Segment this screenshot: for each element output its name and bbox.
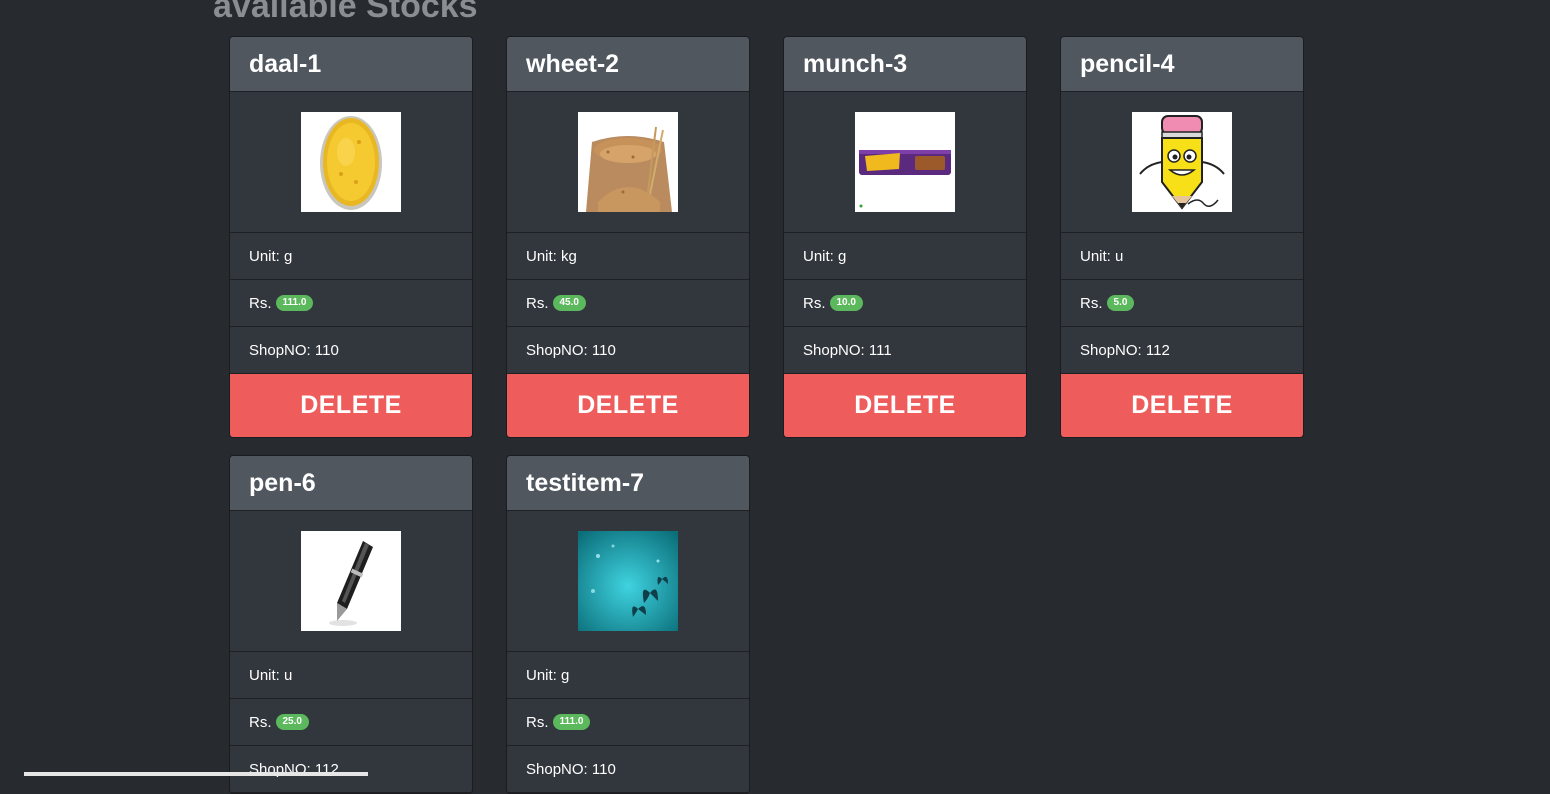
yellow-lentils-bowl-image xyxy=(301,112,401,212)
unit-row: Unit: g xyxy=(230,233,472,280)
stock-card: pen-6 Unit: u Rs. 25.0 ShopNO: 112 xyxy=(229,455,473,794)
card-image-area xyxy=(784,92,1026,233)
price-prefix: Rs. xyxy=(526,713,549,731)
munch-chocolate-bar-image xyxy=(855,112,955,212)
card-title: daal-1 xyxy=(230,37,472,92)
card-title: munch-3 xyxy=(784,37,1026,92)
unit-row: Unit: u xyxy=(230,652,472,699)
unit-row: Unit: g xyxy=(507,652,749,699)
teal-butterflies-image xyxy=(578,531,678,631)
stock-card: testitem-7 Unit: g Rs. 111.0 ShopNO: 110 xyxy=(506,455,750,794)
unit-row: Unit: g xyxy=(784,233,1026,280)
price-badge: 45.0 xyxy=(552,295,586,311)
price-prefix: Rs. xyxy=(526,294,549,312)
shop-row: ShopNO: 110 xyxy=(507,327,749,374)
delete-button[interactable]: DELETE xyxy=(507,374,749,437)
stock-card: daal-1 Unit: g Rs. 111.0 ShopNO: 110 DEL… xyxy=(229,36,473,438)
fountain-pen-image xyxy=(301,531,401,631)
unit-row: Unit: kg xyxy=(507,233,749,280)
card-image-area xyxy=(230,92,472,233)
card-image-area xyxy=(507,511,749,652)
price-row: Rs. 45.0 xyxy=(507,280,749,327)
stock-card: pencil-4 Unit: u Rs. 5.0 ShopNO: 112 DEL… xyxy=(1060,36,1304,438)
price-badge: 111.0 xyxy=(275,295,314,311)
card-title: testitem-7 xyxy=(507,456,749,511)
shop-row: ShopNO: 110 xyxy=(507,746,749,793)
card-title: wheet-2 xyxy=(507,37,749,92)
price-prefix: Rs. xyxy=(249,713,272,731)
card-title: pen-6 xyxy=(230,456,472,511)
price-prefix: Rs. xyxy=(249,294,272,312)
price-row: Rs. 5.0 xyxy=(1061,280,1303,327)
delete-button[interactable]: DELETE xyxy=(230,374,472,437)
price-prefix: Rs. xyxy=(1080,294,1103,312)
cartoon-pencil-image xyxy=(1132,112,1232,212)
unit-row: Unit: u xyxy=(1061,233,1303,280)
price-badge: 111.0 xyxy=(552,714,591,730)
wheat-sack-image xyxy=(578,112,678,212)
stock-card: munch-3 Unit: g Rs. 10.0 ShopNO: 111 DEL… xyxy=(783,36,1027,438)
price-row: Rs. 111.0 xyxy=(230,280,472,327)
card-image-area xyxy=(1061,92,1303,233)
card-image-area xyxy=(507,92,749,233)
card-image-area xyxy=(230,511,472,652)
page-title: available Stocks xyxy=(213,0,478,25)
price-badge: 5.0 xyxy=(1106,295,1135,311)
card-title: pencil-4 xyxy=(1061,37,1303,92)
shop-row: ShopNO: 112 xyxy=(230,746,472,793)
price-badge: 25.0 xyxy=(275,714,309,730)
shop-row: ShopNO: 110 xyxy=(230,327,472,374)
delete-button[interactable]: DELETE xyxy=(1061,374,1303,437)
shop-row: ShopNO: 111 xyxy=(784,327,1026,374)
price-badge: 10.0 xyxy=(829,295,863,311)
price-row: Rs. 10.0 xyxy=(784,280,1026,327)
price-prefix: Rs. xyxy=(803,294,826,312)
price-row: Rs. 25.0 xyxy=(230,699,472,746)
stock-card: wheet-2 Unit: kg Rs. 45.0 ShopNO: 110 DE… xyxy=(506,36,750,438)
delete-button[interactable]: DELETE xyxy=(784,374,1026,437)
horizontal-scrollbar[interactable] xyxy=(24,772,368,776)
price-row: Rs. 111.0 xyxy=(507,699,749,746)
shop-row: ShopNO: 112 xyxy=(1061,327,1303,374)
